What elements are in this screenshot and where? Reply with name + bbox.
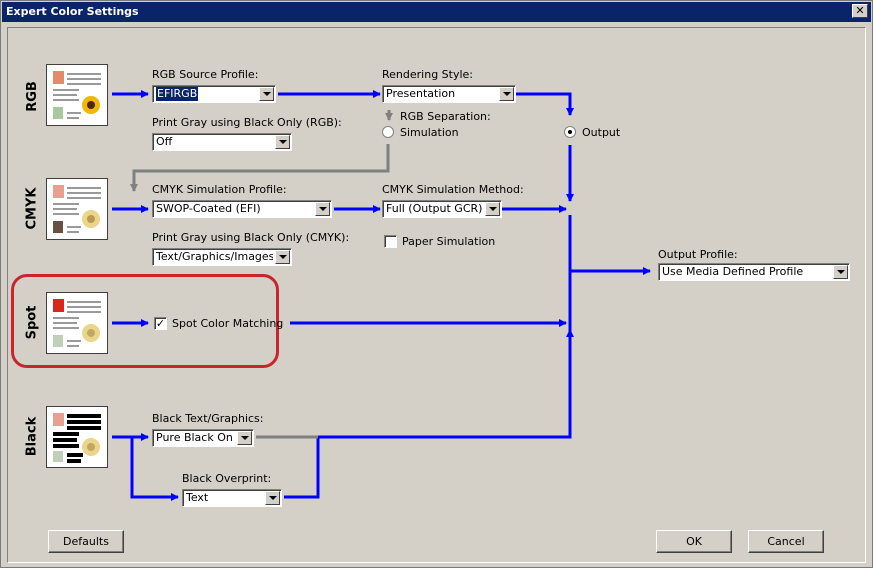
cmyk-profile-value: SWOP-Coated (EFI) — [156, 202, 261, 215]
chevron-down-icon[interactable] — [833, 265, 848, 279]
paper-simulation-label: Paper Simulation — [402, 235, 496, 248]
ok-button[interactable]: OK — [656, 530, 732, 553]
cmyk-gray-label: Print Gray using Black Only (CMYK): — [152, 231, 350, 244]
rendering-style-dropdown[interactable]: Presentation — [382, 85, 516, 103]
rgb-gray-dropdown[interactable]: Off — [152, 133, 292, 151]
cmyk-profile-dropdown[interactable]: SWOP-Coated (EFI) — [152, 200, 332, 218]
rgb-source-label: RGB Source Profile: — [152, 68, 259, 81]
black-text-graphics-label: Black Text/Graphics: — [152, 412, 264, 425]
rgb-gray-label: Print Gray using Black Only (RGB): — [152, 116, 342, 129]
cmyk-gray-value: Text/Graphics/Images — [156, 250, 273, 263]
title-bar: Expert Color Settings ✕ — [2, 2, 871, 22]
paper-simulation-checkbox[interactable] — [384, 235, 397, 248]
chevron-down-icon[interactable] — [237, 431, 252, 445]
rgb-source-dropdown[interactable]: EFIRGB — [152, 85, 276, 103]
black-overprint-dropdown[interactable]: Text — [182, 489, 282, 507]
simulation-radio[interactable] — [382, 126, 394, 138]
cancel-button[interactable]: Cancel — [748, 530, 824, 553]
row-label-spot: Spot — [24, 305, 40, 339]
cmyk-gray-dropdown[interactable]: Text/Graphics/Images — [152, 248, 292, 266]
rgb-gray-value: Off — [156, 135, 173, 148]
chevron-down-icon[interactable] — [485, 202, 500, 216]
rgb-thumbnail — [46, 64, 108, 126]
spot-color-matching-label: Spot Color Matching — [172, 317, 284, 330]
spot-thumbnail — [46, 292, 108, 354]
black-overprint-label: Black Overprint: — [182, 472, 272, 485]
row-label-black: Black — [24, 416, 40, 456]
cmyk-method-value: Full (Output GCR) — [386, 202, 483, 215]
rgb-separation-label: RGB Separation: — [400, 110, 491, 123]
rendering-style-value: Presentation — [386, 87, 456, 100]
chevron-down-icon[interactable] — [259, 87, 274, 101]
output-radio[interactable] — [564, 126, 576, 138]
cmyk-thumbnail — [46, 178, 108, 240]
chevron-down-icon[interactable] — [275, 135, 290, 149]
output-radio-label: Output — [582, 126, 621, 139]
chevron-down-icon[interactable] — [265, 491, 280, 505]
black-thumbnail — [46, 406, 108, 468]
simulation-radio-label: Simulation — [400, 126, 459, 139]
rgb-source-value: EFIRGB — [156, 87, 199, 101]
output-profile-value: Use Media Defined Profile — [662, 265, 804, 278]
window-title: Expert Color Settings — [6, 5, 139, 18]
cmyk-profile-label: CMYK Simulation Profile: — [152, 183, 287, 196]
black-overprint-value: Text — [186, 491, 209, 504]
row-label-rgb: RGB — [24, 80, 40, 112]
dialog-client-area: RGB CMYK Spot Black RGB Source Profile: … — [7, 27, 866, 563]
spot-color-matching-checkbox[interactable]: ✓ — [154, 317, 167, 330]
flow-rendering-to-output — [516, 92, 574, 116]
chevron-down-icon[interactable] — [275, 250, 290, 264]
rendering-style-label: Rendering Style: — [382, 68, 474, 81]
output-profile-label: Output Profile: — [658, 248, 738, 261]
chevron-down-icon[interactable] — [499, 87, 514, 101]
row-label-cmyk: CMYK — [24, 187, 40, 229]
cmyk-method-dropdown[interactable]: Full (Output GCR) — [382, 200, 502, 218]
cmyk-method-label: CMYK Simulation Method: — [382, 183, 524, 196]
chevron-down-icon[interactable] — [315, 202, 330, 216]
output-profile-dropdown[interactable]: Use Media Defined Profile — [658, 263, 850, 281]
flow-overprint-to-merge — [284, 329, 574, 499]
defaults-button[interactable]: Defaults — [48, 530, 124, 553]
black-text-graphics-dropdown[interactable]: Pure Black On — [152, 429, 254, 447]
close-button[interactable]: ✕ — [852, 4, 868, 18]
black-text-graphics-value: Pure Black On — [156, 431, 233, 444]
dialog-window: Expert Color Settings ✕ RGB CMYK Spot Bl… — [0, 0, 873, 568]
